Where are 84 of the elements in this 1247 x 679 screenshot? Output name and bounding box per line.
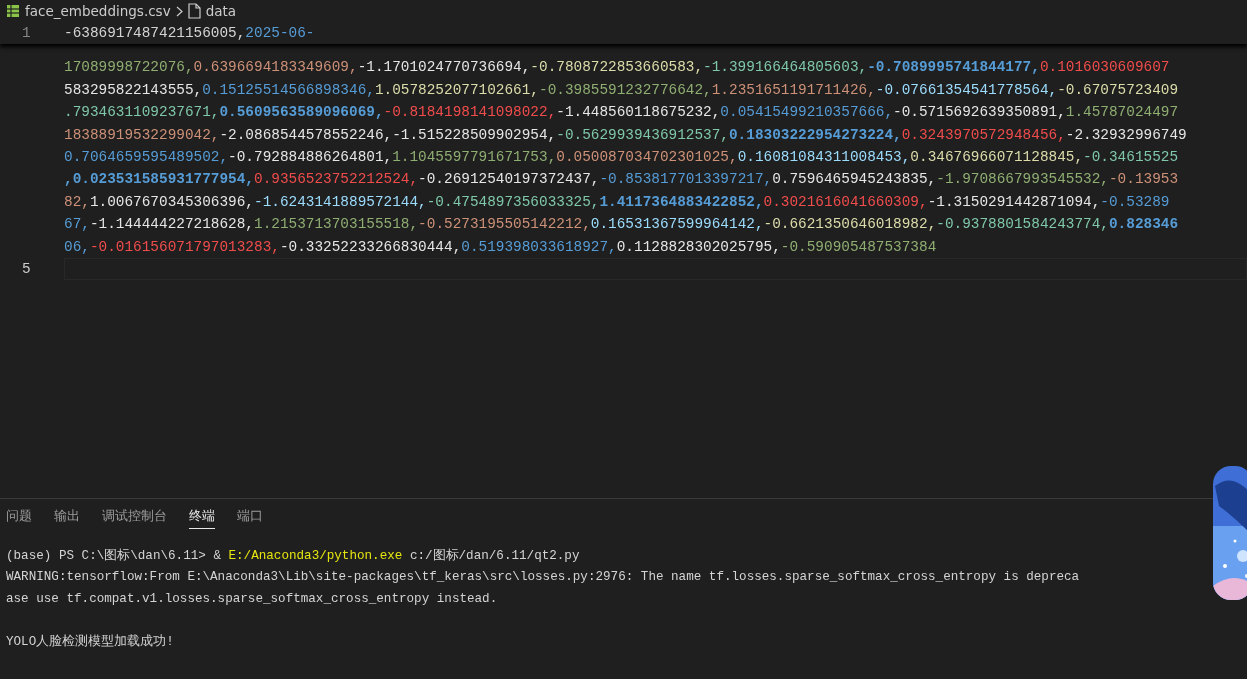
- csv-value: 0.6396694183349609,: [193, 59, 358, 76]
- chevron-right-icon: [175, 5, 183, 17]
- panel-tab[interactable]: 终端: [189, 508, 215, 529]
- csv-value: 0.7596465945243835,: [772, 171, 937, 188]
- csv-value: 06,: [64, 238, 90, 255]
- csv-value: -0.7089995741844177,: [867, 59, 1040, 76]
- csv-value: -0.590905487537384: [780, 238, 937, 255]
- csv-value: -0.34615525: [1083, 148, 1179, 165]
- csv-value: -0.67075723409: [1057, 81, 1179, 98]
- csv-value: -1.144444227218628,: [89, 216, 254, 233]
- csv-value: 0.050087034702301025,: [556, 148, 738, 165]
- csv-value: 0.34676966071128845,: [910, 148, 1084, 165]
- csv-value: 67,: [64, 216, 90, 233]
- csv-value: -0.9378801584243774,: [936, 216, 1109, 233]
- csv-value: -0.53289: [1100, 193, 1170, 210]
- csv-value: 0.7064659595489502,: [64, 148, 229, 165]
- csv-value: -0.26912540197372437,: [418, 171, 600, 188]
- csv-value: 1.4117364883422852,: [599, 193, 764, 210]
- file-icon: [187, 3, 201, 19]
- csv-value: -1.3150291442871094,: [927, 193, 1101, 210]
- csv-value: -0.5715692639350891,: [893, 104, 1066, 121]
- csv-value: -0.8538177013397217,: [599, 171, 773, 188]
- csv-value: 17089998722076,: [64, 59, 194, 76]
- terminal-text: YOLO人脸检测模型加载成功!: [6, 634, 174, 649]
- csv-value: -0.8184198141098022,: [383, 104, 557, 121]
- table-file-icon: [6, 4, 20, 18]
- csv-value: -1.6243141889572144,: [254, 193, 427, 210]
- csv-value: 0.5609563589096069,: [219, 104, 384, 121]
- csv-value: -0.6621350646018982,: [763, 216, 937, 233]
- csv-value: -1.399166464805603,: [703, 59, 868, 76]
- line-number: 5: [22, 259, 31, 279]
- csv-value: -2.32932996749: [1065, 126, 1187, 143]
- panel-tab[interactable]: 端口: [237, 508, 263, 529]
- csv-value: 1.45787024497: [1065, 104, 1179, 121]
- csv-value: -0.4754897356033325,: [426, 193, 600, 210]
- breadcrumb-item[interactable]: face_embeddings.csv: [25, 3, 171, 19]
- csv-value: -1.448560118675232,: [556, 104, 721, 121]
- csv-value: -1.9708667993545532,: [936, 171, 1109, 188]
- csv-value: 0.3243970572948456,: [901, 126, 1066, 143]
- csv-value: 1.2153713703155518,: [254, 216, 419, 233]
- breadcrumb-item[interactable]: data: [205, 3, 237, 19]
- csv-value: 1.1045597791671753,: [392, 148, 557, 165]
- terminal-text: c:/图标/dan/6.11/qt2.py: [408, 549, 580, 563]
- panel-tab[interactable]: 输出: [54, 508, 80, 529]
- csv-value: 0.519398033618927,: [461, 238, 617, 255]
- csv-value: -0.3985591232776642,: [539, 81, 712, 98]
- terminal-text: WARNING:tensorflow:From E:\Anaconda3\Lib\site-packages\tf_keras\src\losses.py:2976: The name tf.losses.sparse_softmax_cross_entropy is depreca: [6, 570, 1080, 585]
- panel-tab[interactable]: 调试控制台: [102, 508, 167, 529]
- csv-value: 1.2351651191711426,: [711, 81, 876, 98]
- csv-value: -0.5629939436912537,: [556, 126, 729, 143]
- terminal-text: (base) PS C:\图标\dan\6.11> &: [6, 549, 222, 563]
- csv-value: 82,: [64, 193, 90, 210]
- csv-value: 2025-06-: [245, 25, 315, 41]
- csv-value: -0.13953: [1109, 171, 1179, 188]
- csv-value: -1.1701024770736694,: [357, 59, 531, 76]
- csv-value: 0.18303222954273224,: [729, 126, 902, 143]
- csv-value: 18388919532299042,: [64, 126, 220, 143]
- csv-value: -0.5273195505142212,: [418, 216, 591, 233]
- csv-value: .7934631109237671,: [64, 104, 220, 121]
- csv-value: -0.33252233266830444,: [279, 238, 462, 255]
- csv-value: 0.16081084311008453,: [737, 148, 911, 165]
- csv-value: 0.3021616041660309,: [763, 193, 928, 210]
- csv-value: -1.515228509902954,: [392, 126, 557, 143]
- csv-value: 0.9356523752212524,: [254, 171, 419, 188]
- csv-value: -0.792884886264801,: [228, 148, 393, 165]
- csv-value: -6386917487421156005,: [64, 25, 246, 41]
- csv-value: -2.0868544578552246,: [219, 126, 393, 143]
- csv-value: 0.16531367599964142,: [590, 216, 764, 233]
- terminal-text: E:/Anaconda3/python.exe: [228, 549, 403, 563]
- csv-value: 0.15125514566898346,: [202, 81, 375, 98]
- csv-value: 0.828346: [1109, 216, 1179, 233]
- csv-value: ,0.023531585931777954,: [64, 171, 254, 188]
- panel-tab[interactable]: 问题: [6, 508, 32, 529]
- csv-value: -0.07661354541778564,: [875, 81, 1058, 98]
- csv-value: 0.1016030609607: [1039, 59, 1170, 76]
- line-number: 1: [22, 24, 31, 43]
- csv-value: 583295822143555,: [64, 81, 203, 98]
- csv-value: 1.0578252077102661,: [374, 81, 539, 98]
- terminal-text: ase use tf.compat.v1.losses.sparse_softmax_cross_entropy instead.: [6, 591, 498, 606]
- csv-value: 0.1128828302025795,: [616, 238, 781, 255]
- csv-value: -0.016156071797013283,: [89, 238, 280, 255]
- csv-value: 1.0067670345306396,: [89, 193, 254, 210]
- csv-value: 0.05415499210357666,: [720, 104, 894, 121]
- csv-value: -0.7808722853660583,: [530, 59, 704, 76]
